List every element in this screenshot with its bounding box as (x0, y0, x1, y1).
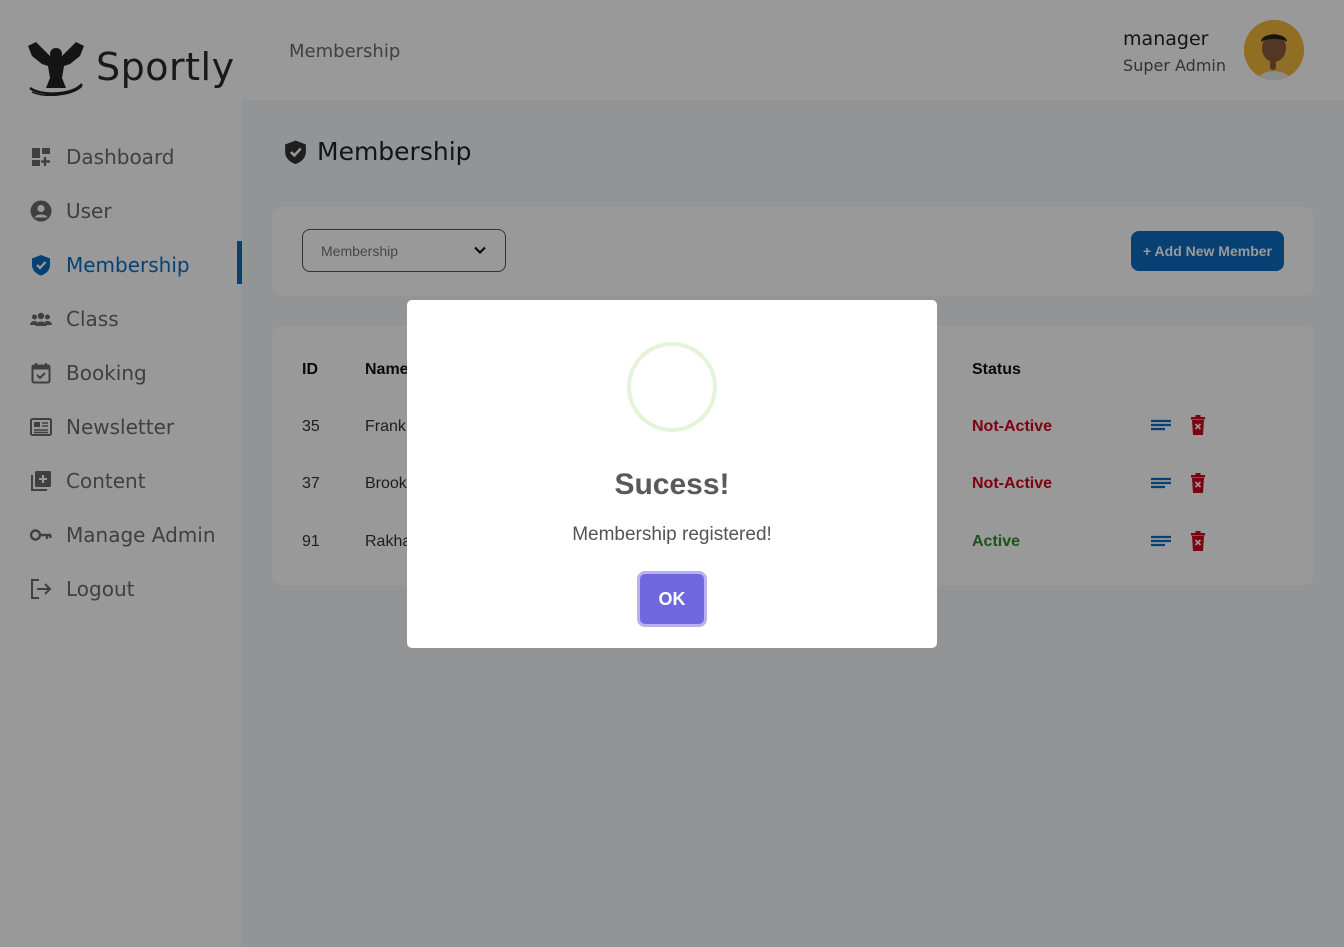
success-icon (627, 342, 717, 432)
success-dialog: Sucess! Membership registered! OK (407, 300, 937, 648)
ok-button[interactable]: OK (640, 574, 704, 624)
dialog-message: Membership registered! (572, 524, 772, 545)
dialog-title: Sucess! (614, 468, 730, 501)
